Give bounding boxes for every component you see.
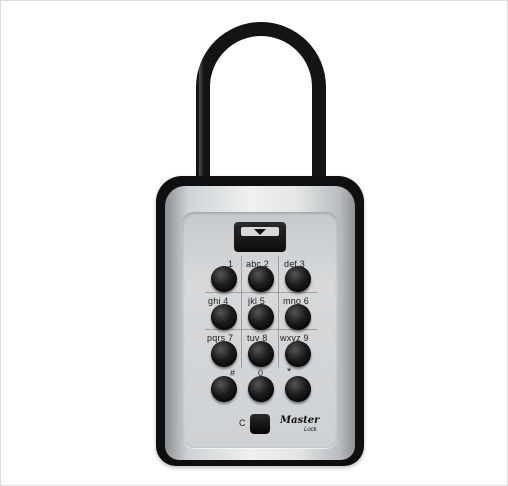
key-8 [248, 341, 274, 367]
key-star [285, 376, 311, 402]
release-slider [234, 222, 286, 252]
down-arrow-icon [254, 229, 266, 235]
key-5 [248, 304, 274, 330]
clear-label: C [239, 418, 246, 428]
key-0 [248, 376, 274, 402]
key-9 [285, 341, 311, 367]
brand-logo-sub: Lock [304, 427, 317, 433]
keypad-divider-vertical-left [241, 256, 242, 368]
key-7 [211, 341, 237, 367]
key-2 [248, 266, 274, 292]
key-4 [211, 304, 237, 330]
key-6 [285, 304, 311, 330]
keypad-divider-horizontal-1 [205, 292, 317, 293]
lockbox-photo: 1 abc 2 def 3 ghi 4 jkl 5 mno 6 pqrs 7 t… [0, 0, 508, 486]
shackle-highlight [199, 60, 204, 180]
key-hash [211, 376, 237, 402]
key-label-star: * [287, 366, 292, 378]
keypad-divider-vertical-right [278, 256, 279, 368]
key-3 [285, 266, 311, 292]
clear-button [250, 414, 270, 434]
key-label-hash: # [230, 368, 236, 378]
brand-logo: Master [280, 415, 320, 426]
key-1 [211, 266, 237, 292]
